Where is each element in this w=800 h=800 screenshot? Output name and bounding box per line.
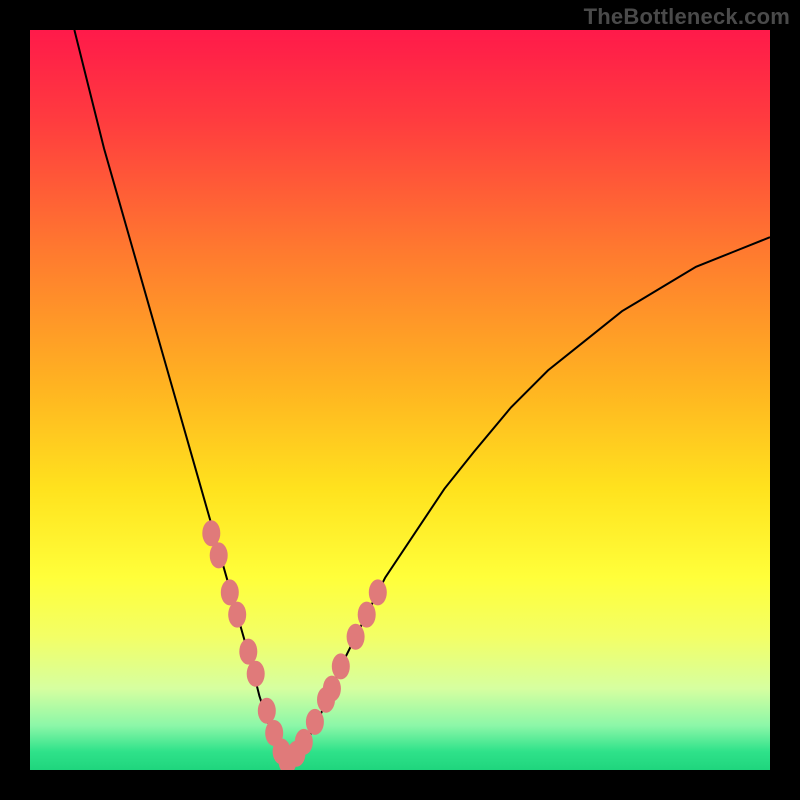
- gradient-background: [30, 30, 770, 770]
- marker-point: [369, 579, 387, 605]
- marker-point: [228, 602, 246, 628]
- marker-point: [306, 709, 324, 735]
- chart-frame: TheBottleneck.com: [0, 0, 800, 800]
- marker-point: [202, 520, 220, 546]
- marker-point: [358, 602, 376, 628]
- watermark-text: TheBottleneck.com: [584, 4, 790, 30]
- marker-point: [221, 579, 239, 605]
- marker-point: [210, 542, 228, 568]
- marker-point: [323, 676, 341, 702]
- marker-point: [247, 661, 265, 687]
- marker-point: [239, 639, 257, 665]
- plot-area: [30, 30, 770, 770]
- bottleneck-chart: [30, 30, 770, 770]
- marker-point: [347, 624, 365, 650]
- marker-point: [258, 698, 276, 724]
- marker-point: [332, 653, 350, 679]
